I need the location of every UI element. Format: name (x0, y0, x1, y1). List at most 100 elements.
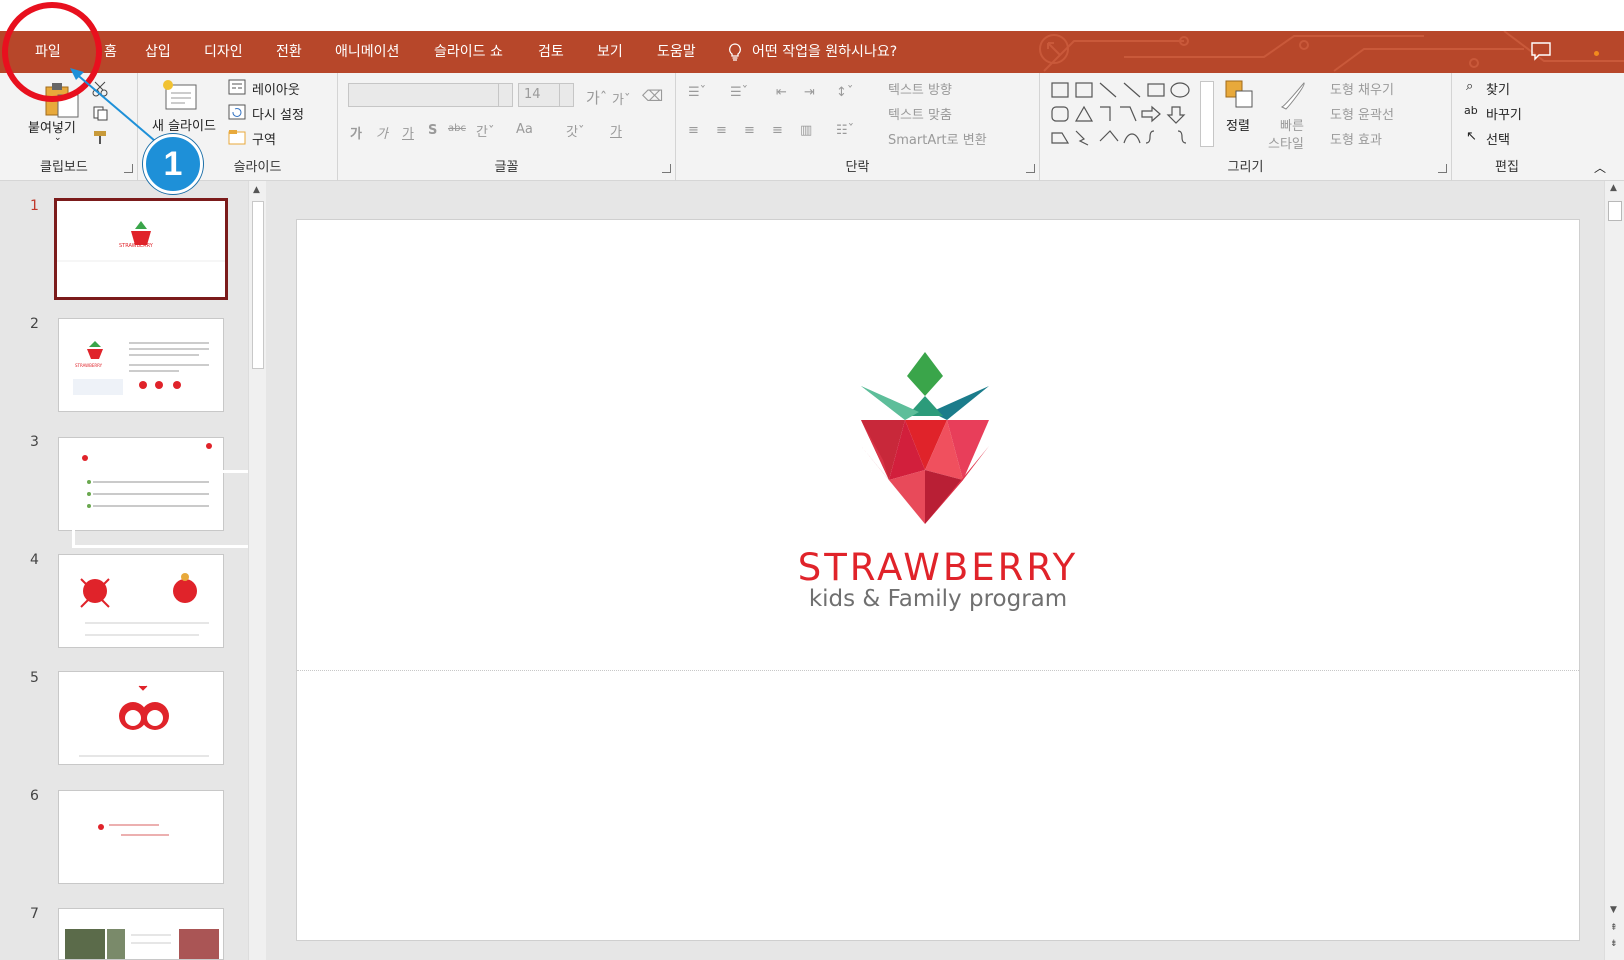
font-name-combo[interactable] (348, 83, 513, 107)
tab-view[interactable]: 보기 (587, 31, 633, 73)
find-button[interactable]: 찾기 (1486, 79, 1510, 98)
thumbnail-5[interactable] (58, 671, 224, 765)
window-top-strip (0, 0, 1624, 31)
group-label-drawing: 그리기 (1227, 160, 1264, 175)
shadow-icon[interactable]: S (428, 123, 437, 138)
scroll-down-icon[interactable]: ▼ (1610, 905, 1617, 915)
slide-scrollbar[interactable]: ▲ ▼ ⇞ ⇟ (1604, 181, 1624, 960)
tell-me-label: 어떤 작업을 원하시나요? (752, 44, 898, 60)
slide-subtitle[interactable]: kids & Family program (297, 586, 1579, 612)
slide-guide-line (297, 670, 1579, 671)
group-font: 14 가ˆ 가ˇ ⌫ 가 가 가 S abc 간ˇ Aa 갓ˇ 가 글꼴 (338, 73, 676, 181)
shapes-scroll[interactable] (1200, 81, 1214, 147)
thumbnail-7[interactable] (58, 908, 224, 960)
reset-button[interactable]: 다시 설정 (252, 104, 304, 123)
thumbnail-number-2: 2 (30, 316, 39, 332)
thumbnail-2[interactable]: STRAWBERRY (58, 318, 224, 412)
tab-design[interactable]: 디자인 (194, 31, 253, 73)
clear-format-icon[interactable]: ⌫ (642, 87, 663, 105)
char-spacing-icon[interactable]: 간ˇ (476, 121, 494, 140)
thumbnail-number-7: 7 (30, 906, 39, 922)
thumbnail-scroll-thumb[interactable] (252, 201, 264, 369)
layout-button[interactable]: 레이아웃 (252, 79, 300, 98)
align-center-icon[interactable]: ≡ (716, 123, 727, 138)
thumbnail-number-6: 6 (30, 788, 39, 804)
thumbnail-2-title: STRAWBERRY (75, 363, 103, 368)
align-right-icon[interactable]: ≡ (744, 123, 755, 138)
tab-slideshow[interactable]: 슬라이드 쇼 (424, 31, 513, 73)
clipboard-launcher-icon[interactable] (124, 164, 133, 173)
thumbnail-edge (0, 181, 20, 960)
reset-icon (228, 104, 246, 120)
thumbnail-scrollbar[interactable]: ▲ (248, 181, 266, 960)
previous-slide-icon[interactable]: ⇞ (1610, 923, 1618, 933)
thumbnail-6[interactable] (58, 790, 224, 884)
smartart-button[interactable]: SmartArt로 변환 (888, 129, 987, 148)
font-launcher-icon[interactable] (662, 164, 671, 173)
shape-outline-button[interactable]: 도형 윤곽선 (1330, 104, 1394, 123)
drawing-launcher-icon[interactable] (1438, 164, 1447, 173)
thumbnail-4-preview (80, 573, 209, 636)
strawberry-logo-icon (861, 352, 989, 524)
group-paragraph: ☰ˇ ☰ˇ ⇤ ⇥ ↕ˇ ≡ ≡ ≡ ≡ ▥ ☷ˇ 텍스트 방향 텍스트 맞춤 … (676, 73, 1040, 181)
comments-icon[interactable] (1530, 41, 1552, 61)
quick-styles-label-2[interactable]: 스타일 (1268, 133, 1304, 152)
bullets-icon[interactable]: ☰ˇ (688, 85, 706, 100)
slide-scroll-thumb[interactable] (1608, 201, 1622, 221)
highlight-icon[interactable]: 갓ˇ (566, 121, 584, 140)
thumbnail-1[interactable]: STRAWBERRY (54, 198, 228, 300)
collapse-ribbon-icon[interactable]: ︿ (1594, 159, 1606, 176)
tab-review[interactable]: 검토 (528, 31, 574, 73)
decrease-indent-icon[interactable]: ⇤ (776, 85, 787, 100)
column-spacing-icon[interactable]: ☷ˇ (836, 123, 854, 138)
underline-icon[interactable]: 가 (402, 123, 414, 142)
justify-icon[interactable]: ≡ (772, 123, 783, 138)
font-size-combo[interactable]: 14 (518, 83, 574, 107)
font-color-icon[interactable]: 가 (610, 121, 622, 140)
quick-styles-icon[interactable] (1276, 79, 1310, 113)
replace-icon: ab (1464, 104, 1478, 117)
shrink-font-icon[interactable]: 가ˇ (612, 89, 630, 108)
tell-me-search[interactable]: 어떤 작업을 원하시나요? (728, 31, 897, 73)
strikethrough-icon[interactable]: abc (448, 123, 466, 134)
group-label-paragraph: 단락 (845, 160, 870, 175)
shapes-gallery[interactable] (1050, 81, 1198, 147)
thumbnail-1-preview (57, 221, 225, 262)
group-drawing: 정렬 빠른 스타일 도형 채우기 도형 윤곽선 도형 효과 그리기 (1040, 73, 1452, 181)
tab-animations[interactable]: 애니메이션 (325, 31, 409, 73)
columns-icon[interactable]: ▥ (800, 123, 812, 138)
thumb-scroll-up-icon[interactable]: ▲ (253, 185, 260, 195)
shape-fill-button[interactable]: 도형 채우기 (1330, 79, 1394, 98)
section-button[interactable]: 구역 (252, 129, 276, 148)
font-size-value: 14 (524, 87, 541, 102)
thumbnail-number-3: 3 (30, 434, 39, 450)
scroll-up-icon[interactable]: ▲ (1610, 183, 1617, 193)
current-slide[interactable]: STRAWBERRY kids & Family program (296, 219, 1580, 941)
select-button[interactable]: 선택 (1486, 129, 1510, 148)
replace-button[interactable]: 바꾸기 (1486, 104, 1522, 123)
line-spacing-icon[interactable]: ↕ˇ (836, 85, 853, 100)
slide-title[interactable]: STRAWBERRY (297, 546, 1579, 589)
annotation-step-badge: 1 (143, 134, 203, 194)
arrange-label[interactable]: 정렬 (1226, 115, 1250, 134)
bold-icon[interactable]: 가 (350, 123, 362, 142)
tab-transitions[interactable]: 전환 (266, 31, 312, 73)
increase-indent-icon[interactable]: ⇥ (804, 85, 815, 100)
shape-effects-button[interactable]: 도형 효과 (1330, 129, 1382, 148)
tab-help[interactable]: 도움말 (647, 31, 706, 73)
italic-icon[interactable]: 가 (376, 123, 388, 142)
align-left-icon[interactable]: ≡ (688, 123, 699, 138)
section-icon (228, 130, 246, 145)
group-editing: ⌕ 찾기 ab 바꾸기 ↖ 선택 편집 (1452, 73, 1562, 181)
next-slide-icon[interactable]: ⇟ (1610, 939, 1618, 949)
change-case-button[interactable]: Aa (516, 122, 533, 137)
arrange-icon[interactable] (1224, 79, 1258, 113)
text-direction-button[interactable]: 텍스트 방향 (888, 79, 952, 98)
numbering-icon[interactable]: ☰ˇ (730, 85, 748, 100)
thumbnail-4[interactable] (58, 554, 224, 648)
grow-font-icon[interactable]: 가ˆ (586, 87, 607, 108)
paragraph-launcher-icon[interactable] (1026, 164, 1035, 173)
align-text-button[interactable]: 텍스트 맞춤 (888, 104, 952, 123)
thumbnail-7-preview (65, 929, 219, 959)
quick-styles-label-1[interactable]: 빠른 (1280, 115, 1304, 134)
